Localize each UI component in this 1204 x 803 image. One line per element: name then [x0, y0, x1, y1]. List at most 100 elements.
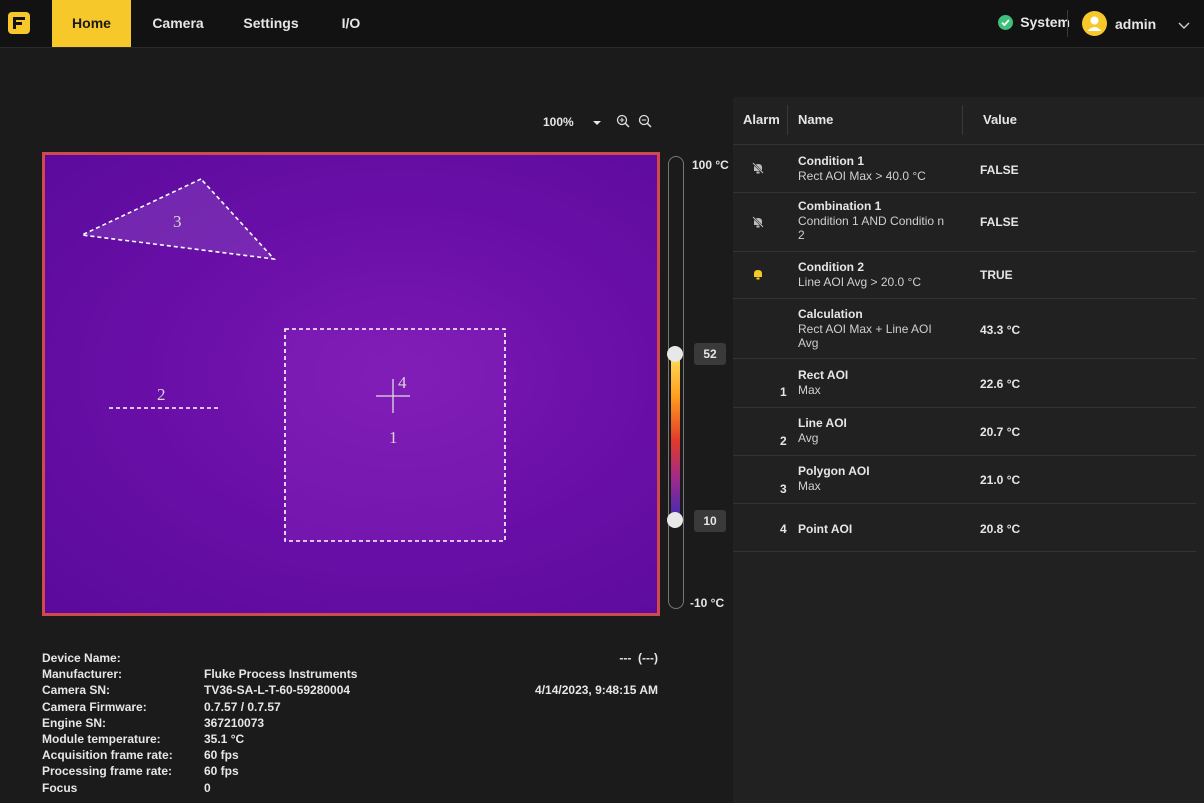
table-row[interactable]: Condition 2 Line AOI Avg > 20.0 °C TRUE — [733, 252, 1196, 299]
row-value: 20.7 °C — [980, 425, 1021, 439]
row-title: Polygon AOI — [798, 464, 870, 478]
info-key: Device Name: — [42, 651, 121, 665]
info-key: Camera SN: — [42, 683, 111, 698]
info-value: TV36-SA-L-T-60-59280004 — [204, 683, 351, 698]
row-detail: Max — [798, 478, 821, 493]
info-value: 35.1 °C — [204, 732, 245, 747]
scale-upper-value[interactable]: 52 — [694, 343, 726, 365]
info-value: 0 — [204, 780, 211, 795]
row-detail: Condition 1 AND Conditio n 2 — [798, 213, 945, 243]
zoom-out-icon[interactable] — [638, 114, 652, 131]
column-divider — [787, 105, 788, 135]
row-name: Condition 1 Rect AOI Max > 40.0 °C — [798, 154, 948, 183]
row-title: Condition 1 — [798, 154, 864, 168]
scale-upper-handle[interactable] — [667, 346, 683, 362]
zoom-in-icon[interactable] — [616, 114, 630, 131]
aoi-label-1: 1 — [389, 428, 398, 447]
row-detail: Avg — [798, 430, 819, 445]
info-row-device-name: Device Name: — [42, 650, 357, 666]
info-key: Manufacturer: — [42, 667, 123, 682]
scale-lower-handle[interactable] — [667, 512, 683, 528]
tab-settings[interactable]: Settings — [232, 0, 310, 47]
status-readout: --- (---) — [619, 651, 658, 665]
info-row-camera-firmware: Camera Firmware: 0.7.57 / 0.7.57 — [42, 699, 357, 715]
table-header: Alarm Name Value — [733, 97, 1204, 145]
table-row[interactable]: 4 Point AOI 20.8 °C — [733, 504, 1196, 552]
tab-camera[interactable]: Camera — [140, 0, 216, 47]
info-key: Focus — [42, 780, 78, 795]
info-key: Acquisition frame rate: — [42, 748, 173, 763]
row-value: 21.0 °C — [980, 473, 1021, 487]
info-row-module-temperature: Module temperature: 35.1 °C — [42, 731, 357, 747]
info-row-acquisition-rate: Acquisition frame rate: 60 fps — [42, 747, 357, 763]
row-name: Polygon AOI Max — [798, 464, 948, 493]
chevron-down-icon[interactable] — [1178, 17, 1190, 35]
row-detail: Max — [798, 382, 821, 397]
table-row[interactable]: 1 Rect AOI Max 22.6 °C — [733, 359, 1196, 408]
color-scale-gradient — [671, 354, 680, 520]
zoom-controls: 100% — [543, 108, 652, 136]
scale-max-label: 100 °C — [692, 158, 729, 172]
row-name: Combination 1 Condition 1 AND Conditio n … — [798, 199, 953, 243]
row-detail: Rect AOI Max + Line AOI Avg — [798, 321, 932, 351]
row-name: Calculation Rect AOI Max + Line AOI Avg — [798, 307, 948, 351]
avatar-icon — [1082, 11, 1107, 36]
table-row[interactable]: Combination 1 Condition 1 AND Conditio n … — [733, 193, 1196, 252]
info-value: 60 fps — [204, 764, 239, 779]
row-value: FALSE — [980, 215, 1019, 229]
status-block: --- (---) 4/14/2023, 9:48:15 AM — [535, 650, 658, 698]
results-panel: Alarm Name Value Condition 1 Rect AOI Max… — [733, 97, 1204, 803]
header-value[interactable]: Value — [983, 112, 1017, 127]
row-name: Line AOI Avg — [798, 416, 948, 445]
row-title: Calculation — [798, 307, 863, 321]
table-row[interactable]: Condition 1 Rect AOI Max > 40.0 °C FALSE — [733, 145, 1196, 193]
tab-home[interactable]: Home — [52, 0, 131, 47]
info-row-engine-sn: Engine SN: 367210073 — [42, 715, 357, 731]
divider — [1067, 10, 1068, 37]
zoom-select[interactable]: 100% — [543, 115, 602, 129]
row-title: Rect AOI — [798, 368, 849, 382]
info-row-processing-rate: Processing frame rate: 60 fps — [42, 763, 357, 779]
table-row[interactable]: 2 Line AOI Avg 20.7 °C — [733, 408, 1196, 456]
thermal-image[interactable]: 3 2 4 1 — [42, 152, 660, 616]
tab-io[interactable]: I/O — [326, 0, 376, 47]
scale-lower-value[interactable]: 10 — [694, 510, 726, 532]
aoi-label-3: 3 — [173, 212, 182, 231]
info-row-manufacturer: Manufacturer: Fluke Process Instruments — [42, 666, 357, 682]
info-value: 60 fps — [204, 748, 239, 763]
info-value: Fluke Process Instruments — [204, 667, 358, 682]
table-row[interactable]: 3 Polygon AOI Max 21.0 °C — [733, 456, 1196, 504]
zoom-level: 100% — [543, 115, 574, 129]
fluke-logo-icon[interactable] — [8, 12, 30, 34]
row-title: Combination 1 — [798, 199, 882, 213]
row-title: Point AOI — [798, 522, 853, 536]
column-divider — [962, 105, 963, 135]
system-status[interactable]: System — [998, 14, 1070, 30]
bell-off-icon — [751, 215, 765, 234]
aoi-label-2: 2 — [157, 385, 166, 404]
info-row-focus: Focus 0 — [42, 780, 357, 796]
header-alarm[interactable]: Alarm — [743, 112, 780, 127]
row-value: TRUE — [980, 268, 1013, 282]
device-info: Device Name: Manufacturer: Fluke Process … — [42, 650, 357, 796]
row-title: Line AOI — [798, 416, 847, 430]
bell-active-icon — [751, 267, 765, 286]
system-status-label: System — [1020, 14, 1070, 30]
dropdown-caret-icon — [592, 115, 602, 129]
row-name: Rect AOI Max — [798, 368, 948, 397]
user-menu[interactable]: admin — [1082, 11, 1156, 36]
info-value: 0.7.57 / 0.7.57 — [204, 699, 281, 714]
table-row[interactable]: Calculation Rect AOI Max + Line AOI Avg 4… — [733, 299, 1196, 359]
info-key: Processing frame rate: — [42, 764, 173, 779]
row-value: 43.3 °C — [980, 323, 1021, 337]
row-value: FALSE — [980, 163, 1019, 177]
top-bar: Home Camera Settings I/O System admin — [0, 0, 1204, 48]
info-key: Camera Firmware: — [42, 699, 147, 714]
row-name: Point AOI — [798, 522, 948, 537]
row-detail: Line AOI Avg > 20.0 °C — [798, 274, 921, 289]
check-circle-icon — [998, 14, 1014, 30]
header-name[interactable]: Name — [798, 112, 833, 127]
row-name: Condition 2 Line AOI Avg > 20.0 °C — [798, 260, 948, 289]
row-value: 22.6 °C — [980, 377, 1021, 391]
row-number: 3 — [780, 482, 787, 496]
